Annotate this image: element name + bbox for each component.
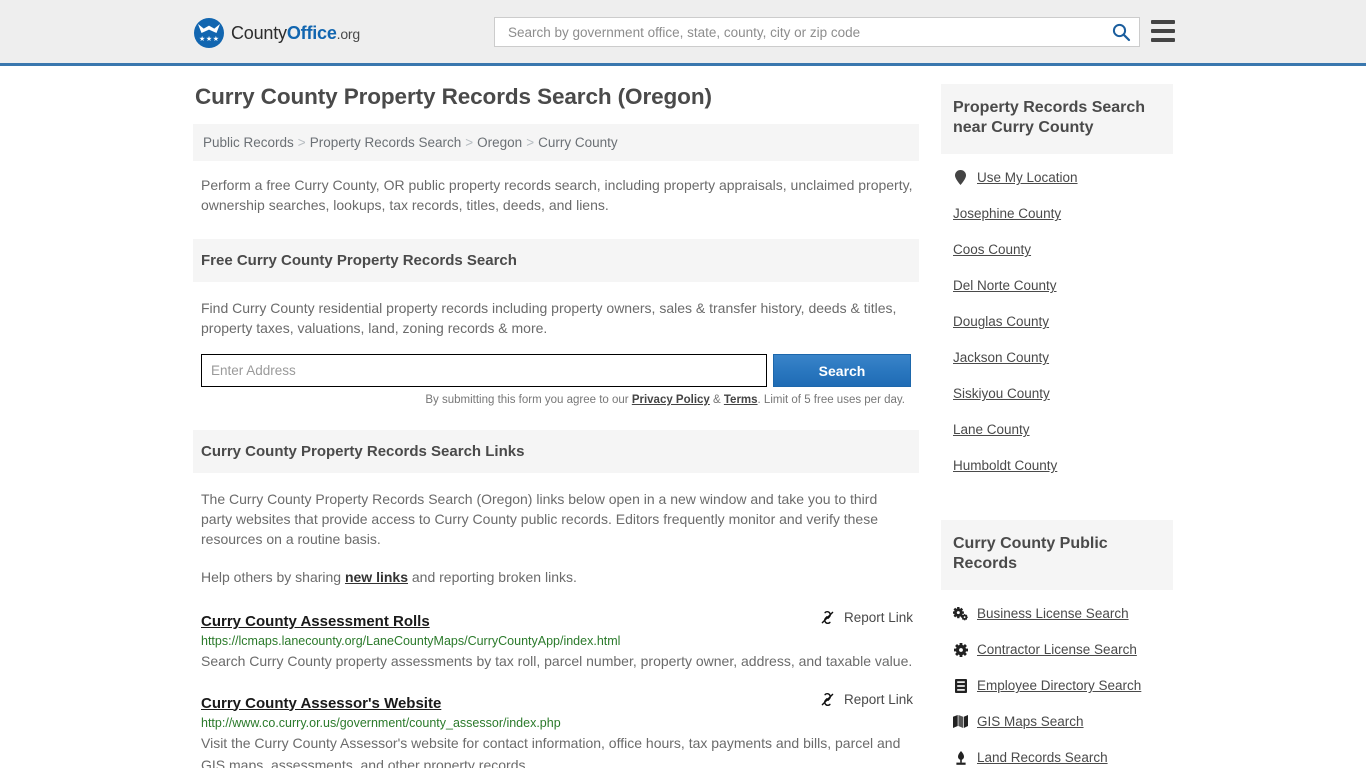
link-title[interactable]: Curry County Assessor's Website	[201, 695, 441, 712]
brand-text-org: .org	[336, 25, 361, 42]
breadcrumb: Public Records > Property Records Search > O…	[193, 124, 919, 161]
report-link-label: Report Link	[843, 691, 913, 707]
report-link-button[interactable]: Report Link	[819, 609, 919, 626]
free-search-body: Find Curry County residential property r…	[193, 282, 919, 406]
sidebar-item-business-license-search[interactable]: Business License Search	[953, 602, 1173, 626]
breadcrumb-item-public-records[interactable]: Public Records	[203, 135, 294, 150]
sidebar-link-label[interactable]: GIS Maps Search	[977, 714, 1084, 729]
sidebar: Property Records Search near Curry Count…	[941, 84, 1173, 768]
disclaimer-prefix: By submitting this form you agree to our	[425, 394, 632, 407]
monument-icon	[953, 750, 968, 765]
brand-text-county: County	[231, 22, 287, 43]
countyoffice-eagle-logo-icon: ★ ★ ★	[194, 18, 224, 48]
report-link-label: Report Link	[843, 610, 913, 626]
sidebar-link-label[interactable]: Lane County	[953, 422, 1030, 437]
link-description: Search Curry County property assessments…	[201, 653, 913, 670]
global-search-button[interactable]	[1111, 22, 1131, 42]
form-disclaimer: By submitting this form you agree to our…	[201, 394, 905, 406]
unlink-icon	[821, 692, 834, 706]
link-entry: Curry County Assessment Rolls Report Lin…	[201, 609, 919, 672]
search-icon	[1112, 23, 1131, 42]
sidebar-public-records-list: Business License Search Contractor Licen…	[941, 590, 1173, 768]
sidebar-item-use-my-location[interactable]: Use My Location	[953, 166, 1173, 190]
breadcrumb-item-property-records-search[interactable]: Property Records Search	[310, 135, 462, 150]
sidebar-item-douglas-county[interactable]: Douglas County	[953, 310, 1173, 334]
sidebar-item-land-records-search[interactable]: Land Records Search	[953, 746, 1173, 768]
address-search-form: Search	[201, 354, 911, 388]
sidebar-nearby-heading: Property Records Search near Curry Count…	[941, 84, 1173, 154]
link-title[interactable]: Curry County Assessment Rolls	[201, 613, 430, 630]
page-title: Curry County Property Records Search (Or…	[195, 84, 712, 109]
help-share-paragraph: Help others by sharing new links and rep…	[201, 567, 911, 587]
main-content: Curry County Property Records Search (Or…	[193, 84, 919, 768]
new-links-link[interactable]: new links	[345, 569, 408, 585]
gear-icon	[953, 642, 968, 657]
sidebar-item-contractor-license-search[interactable]: Contractor License Search	[953, 638, 1173, 662]
free-search-description: Find Curry County residential property r…	[201, 300, 897, 337]
link-url: https://lcmaps.lanecounty.org/LaneCounty…	[201, 634, 621, 649]
sidebar-item-siskiyou-county[interactable]: Siskiyou County	[953, 382, 1173, 406]
breadcrumb-item-oregon[interactable]: Oregon	[477, 135, 522, 150]
sidebar-link-label[interactable]: Use My Location	[977, 170, 1078, 185]
cogs-icon	[953, 606, 968, 621]
report-link-button[interactable]: Report Link	[819, 691, 919, 708]
sidebar-item-coos-county[interactable]: Coos County	[953, 238, 1173, 262]
links-section-body: The Curry County Property Records Search…	[193, 473, 919, 587]
terms-link[interactable]: Terms	[724, 394, 758, 406]
help-prefix: Help others by sharing	[201, 569, 345, 586]
sidebar-link-label[interactable]: Land Records Search	[977, 750, 1108, 765]
address-input[interactable]	[201, 354, 768, 388]
sidebar-link-label[interactable]: Coos County	[953, 242, 1031, 257]
id-card-icon	[953, 678, 968, 693]
link-description: Visit the Curry County Assessor's websit…	[201, 734, 901, 768]
site-header: ★ ★ ★ CountyOffice.org	[0, 0, 1366, 66]
free-search-heading: Free Curry County Property Records Searc…	[193, 239, 919, 283]
global-search-input[interactable]	[506, 23, 1111, 41]
breadcrumb-separator: >	[465, 135, 474, 150]
breadcrumb-separator: >	[297, 135, 306, 150]
disclaimer-amp: &	[709, 394, 724, 407]
sidebar-item-gis-maps-search[interactable]: GIS Maps Search	[953, 710, 1173, 734]
sidebar-link-label[interactable]: Jackson County	[953, 350, 1049, 365]
sidebar-link-label[interactable]: Business License Search	[977, 606, 1129, 621]
global-search-box[interactable]	[494, 17, 1140, 47]
brand-text-office: Office	[286, 22, 337, 43]
page-container: Curry County Property Records Search (Or…	[0, 66, 1366, 768]
sidebar-link-label[interactable]: Employee Directory Search	[977, 678, 1141, 693]
map-icon	[953, 715, 968, 729]
sidebar-link-label[interactable]: Siskiyou County	[953, 386, 1050, 401]
link-entry: Curry County Assessor's Website Report L…	[201, 691, 919, 768]
brand-wordmark: CountyOffice.org	[231, 23, 360, 44]
site-logo-link[interactable]: ★ ★ ★ CountyOffice.org	[194, 18, 360, 48]
sidebar-item-jackson-county[interactable]: Jackson County	[953, 346, 1173, 370]
sidebar-link-label[interactable]: Contractor License Search	[977, 642, 1137, 657]
privacy-policy-link[interactable]: Privacy Policy	[632, 394, 710, 406]
disclaimer-suffix: . Limit of 5 free uses per day.	[757, 394, 905, 407]
sidebar-item-del-norte-county[interactable]: Del Norte County	[953, 274, 1173, 298]
breadcrumb-item-curry-county[interactable]: Curry County	[538, 135, 618, 150]
sidebar-item-lane-county[interactable]: Lane County	[953, 418, 1173, 442]
sidebar-link-label[interactable]: Humboldt County	[953, 458, 1057, 473]
hamburger-menu-icon[interactable]	[1151, 20, 1175, 42]
sidebar-item-employee-directory-search[interactable]: Employee Directory Search	[953, 674, 1173, 698]
address-search-button[interactable]: Search	[773, 354, 911, 388]
links-section-heading: Curry County Property Records Search Lin…	[193, 430, 919, 474]
sidebar-link-label[interactable]: Douglas County	[953, 314, 1049, 329]
sidebar-item-josephine-county[interactable]: Josephine County	[953, 202, 1173, 226]
link-url: http://www.co.curry.or.us/government/cou…	[201, 715, 561, 730]
sidebar-link-label[interactable]: Josephine County	[953, 206, 1061, 221]
breadcrumb-separator: >	[526, 135, 535, 150]
sidebar-public-records-heading: Curry County Public Records	[941, 519, 1173, 590]
map-pin-icon	[953, 170, 968, 186]
sidebar-link-label[interactable]: Del Norte County	[953, 278, 1057, 293]
page-intro-text: Perform a free Curry County, OR public p…	[201, 177, 913, 214]
links-section-paragraph: The Curry County Property Records Search…	[201, 491, 878, 548]
sidebar-item-humboldt-county[interactable]: Humboldt County	[953, 454, 1173, 478]
unlink-icon	[821, 611, 834, 625]
sidebar-nearby-list: Use My Location Josephine County Coos Co…	[941, 154, 1173, 478]
help-suffix: and reporting broken links.	[408, 569, 577, 586]
